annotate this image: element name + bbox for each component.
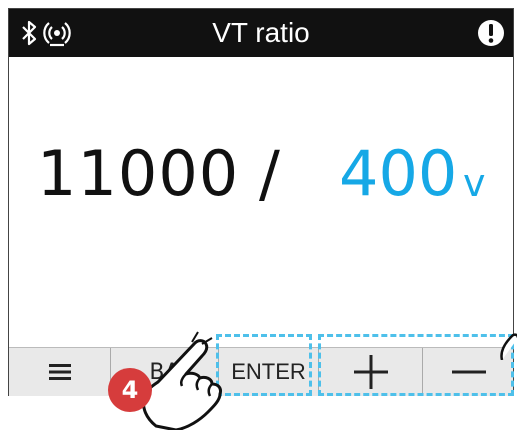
step-badge: 4 (108, 368, 152, 412)
plus-icon (353, 355, 388, 389)
screen-title: VT ratio (212, 17, 310, 48)
minus-icon (452, 370, 486, 374)
enter-button[interactable]: ENTER (219, 348, 319, 396)
pointing-hand-icon-partial (500, 333, 517, 360)
alert-icon[interactable] (477, 19, 505, 47)
enter-label: ENTER (231, 359, 306, 384)
ratio-readout: 11000 / 400 v (9, 137, 513, 237)
primary-value: 11000 (37, 137, 240, 210)
unit-label: v (463, 161, 486, 205)
increment-button[interactable] (319, 348, 423, 396)
menu-icon (48, 364, 71, 380)
menu-button[interactable] (9, 348, 111, 396)
device-screen: VT ratio 11000 / 400 v BA ENTER (8, 8, 514, 396)
softkey-bar: BA ENTER (9, 347, 513, 396)
title-bar: VT ratio (9, 9, 513, 57)
ratio-separator: / (259, 137, 280, 210)
secondary-value[interactable]: 400 (339, 137, 457, 210)
